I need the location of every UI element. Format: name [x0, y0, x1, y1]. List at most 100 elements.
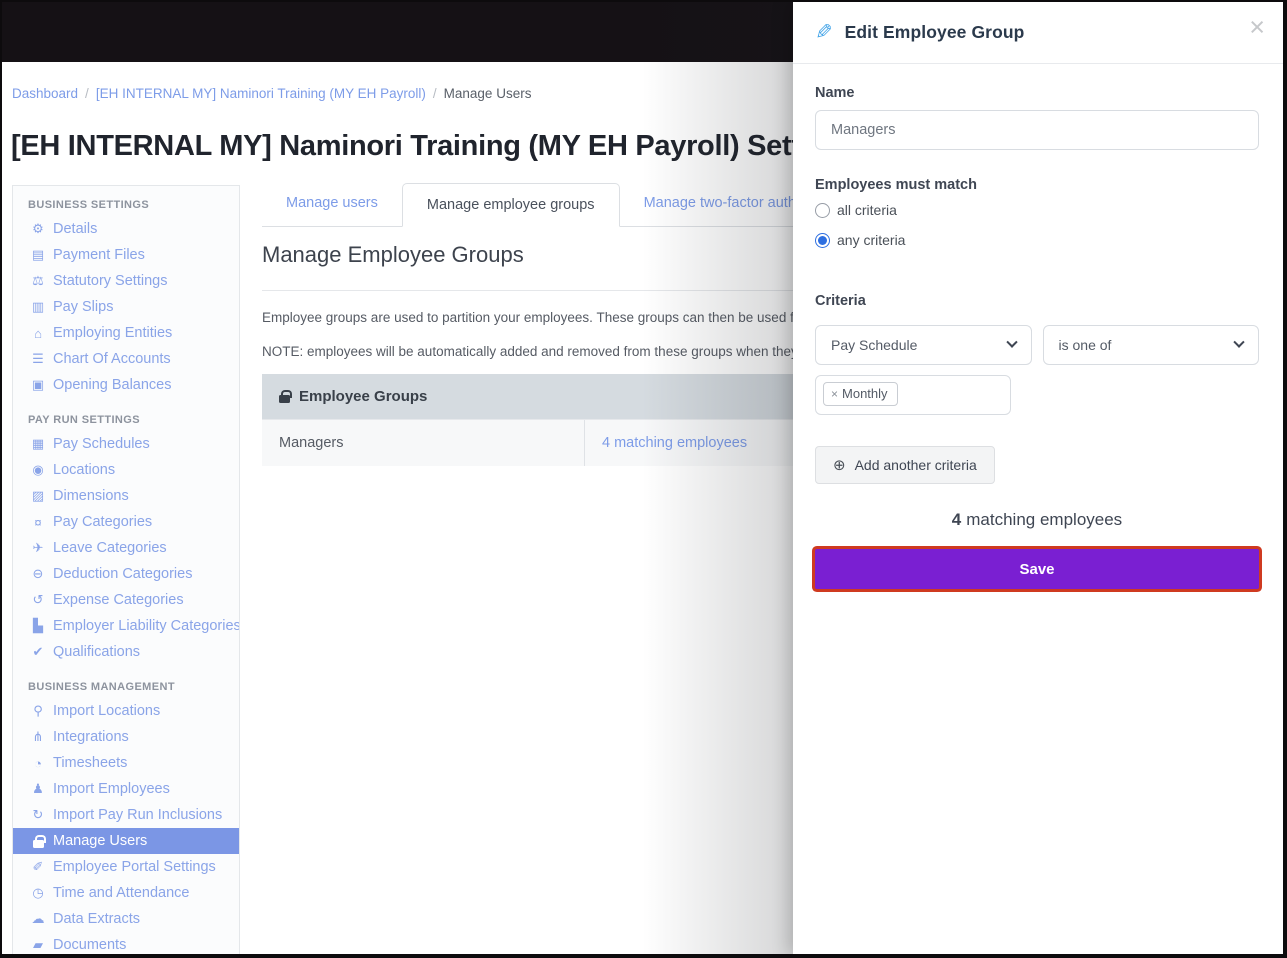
remove-tag-icon[interactable]: ×: [831, 387, 838, 401]
tab-manage-employee-groups[interactable]: Manage employee groups: [402, 183, 620, 227]
criteria-operator-select[interactable]: is one of: [1043, 325, 1260, 365]
tab-manage-users[interactable]: Manage users: [262, 182, 402, 226]
lock-icon: [279, 395, 290, 403]
table-header-label: Employee Groups: [299, 388, 427, 405]
sidebar-item-label: Leave Categories: [53, 540, 167, 556]
sidebar-item-payment-files[interactable]: ▤Payment Files: [13, 242, 239, 268]
breadcrumb-link[interactable]: Dashboard: [12, 86, 78, 101]
sidebar-item-label: Statutory Settings: [53, 273, 167, 289]
sidebar-item-label: Locations: [53, 462, 115, 478]
sync-icon: ↻: [28, 807, 48, 823]
save-button[interactable]: Save: [815, 549, 1259, 589]
people-icon: ♟: [28, 781, 48, 797]
sidebar-item-opening-balances[interactable]: ▣Opening Balances: [13, 372, 239, 398]
sidebar-item-label: Integrations: [53, 729, 129, 745]
sidebar-section-label: PAY RUN SETTINGS: [13, 414, 239, 431]
sidebar-item-label: Import Locations: [53, 703, 160, 719]
sidebar-item-qualifications[interactable]: ✔ Qualifications: [13, 639, 239, 665]
wand-icon: ✐: [28, 859, 48, 875]
radio-option-any-criteria[interactable]: any criteria: [815, 232, 1259, 248]
sidebar-item-label: Manage Users: [53, 833, 147, 849]
sidebar-item-chart-of-accounts[interactable]: ☰Chart Of Accounts: [13, 346, 239, 372]
scales-icon: ⚖: [28, 273, 48, 289]
balances-icon: ▣: [28, 377, 48, 393]
refresh-dollar-icon: ↺: [28, 592, 48, 608]
close-icon[interactable]: ×: [1249, 14, 1265, 41]
sidebar-item-label: Employing Entities: [53, 325, 172, 341]
sidebar-item-documents[interactable]: ▰ Documents: [13, 932, 239, 956]
matching-employees-summary: 4matching employees: [815, 510, 1259, 530]
radio-option-all-criteria[interactable]: all criteria: [815, 202, 1259, 218]
sidebar-item-manage-users[interactable]: Manage Users: [13, 828, 239, 854]
tag-label: Monthly: [842, 386, 888, 401]
sidebar-item-pay-schedules[interactable]: ▦Pay Schedules: [13, 431, 239, 457]
sidebar-item-import-locations[interactable]: ⚲ Import Locations: [13, 698, 239, 724]
radio-unselected-icon[interactable]: [815, 203, 830, 218]
bank-icon: ⌂: [28, 326, 48, 341]
add-another-criteria-button[interactable]: ⊕ Add another criteria: [815, 446, 995, 484]
sidebar-item-label: Expense Categories: [53, 592, 184, 608]
check-icon: ✔: [28, 644, 48, 660]
sidebar-item-label: Deduction Categories: [53, 566, 192, 582]
plane-icon: ✈: [28, 540, 48, 556]
money-icon: ¤: [28, 515, 48, 530]
sidebar-item-employee-portal-settings[interactable]: ✐ Employee Portal Settings: [13, 854, 239, 880]
sidebar-item-time-and-attendance[interactable]: ◷Time and Attendance: [13, 880, 239, 906]
sidebar-item-deduction-categories[interactable]: ⊖Deduction Categories: [13, 561, 239, 587]
list-icon: ☰: [28, 351, 48, 367]
sidebar-item-label: Dimensions: [53, 488, 129, 504]
sidebar-item-import-pay-run-inclusions[interactable]: ↻Import Pay Run Inclusions: [13, 802, 239, 828]
criteria-field-select[interactable]: Pay Schedule: [815, 325, 1032, 365]
sidebar-item-label: Details: [53, 221, 97, 237]
sidebar-item-label: Timesheets: [53, 755, 127, 771]
group-name-cell: Managers: [262, 420, 585, 466]
breadcrumb-current: Manage Users: [444, 86, 532, 101]
globe-icon: ◉: [28, 462, 48, 478]
lock-icon: [28, 834, 48, 849]
sidebar-item-employing-entities[interactable]: ⌂ Employing Entities: [13, 320, 239, 346]
criteria-label: Criteria: [815, 293, 1259, 309]
sidebar-item-label: Qualifications: [53, 644, 140, 660]
sidebar-item-label: Documents: [53, 937, 126, 953]
sidebar-item-statutory-settings[interactable]: ⚖ Statutory Settings: [13, 268, 239, 294]
gear-icon: ⚙: [28, 221, 48, 237]
app-window: Dashboard / [EH INTERNAL MY] Naminori Trai…: [0, 0, 1287, 958]
radio-selected-icon[interactable]: [815, 233, 830, 248]
sidebar-item-import-employees[interactable]: ♟Import Employees: [13, 776, 239, 802]
sidebar-item-label: Time and Attendance: [53, 885, 190, 901]
matching-employees-link[interactable]: 4 matching employees: [602, 435, 747, 451]
sidebar-item-locations[interactable]: ◉ Locations: [13, 457, 239, 483]
file-icon: ▥: [28, 299, 48, 315]
map-pin-icon: ⚲: [28, 703, 48, 719]
sidebar-section-label: BUSINESS MANAGEMENT: [13, 681, 239, 698]
breadcrumb: Dashboard / [EH INTERNAL MY] Naminori Trai…: [12, 86, 531, 101]
group-name-input[interactable]: [815, 110, 1259, 150]
integrations-icon: ⋔: [28, 729, 48, 745]
sidebar-item-pay-categories[interactable]: ¤ Pay Categories: [13, 509, 239, 535]
sidebar-item-label: Employee Portal Settings: [53, 859, 216, 875]
folder-icon: ▰: [28, 937, 48, 953]
cloud-icon: ☁: [28, 911, 48, 927]
sidebar-item-pay-slips[interactable]: ▥Pay Slips: [13, 294, 239, 320]
sidebar-item-integrations[interactable]: ⋔ Integrations: [13, 724, 239, 750]
breadcrumb-separator: /: [85, 86, 89, 101]
sidebar-item-timesheets[interactable]: ◔Timesheets: [13, 750, 239, 776]
plus-circle-icon: ⊕: [833, 456, 846, 474]
sidebar-item-leave-categories[interactable]: ✈ Leave Categories: [13, 535, 239, 561]
criteria-values-input[interactable]: × Monthly: [815, 375, 1011, 415]
sidebar-item-expense-categories[interactable]: ↺ Expense Categories: [13, 587, 239, 613]
edit-employee-group-panel: ✎ Edit Employee Group × Name Employees m…: [793, 2, 1283, 954]
sidebar-item-label: Pay Categories: [53, 514, 152, 530]
criteria-operator-value: is one of: [1059, 337, 1112, 353]
calendar-icon: ▦: [28, 436, 48, 452]
sidebar-item-details[interactable]: ⚙ Details: [13, 216, 239, 242]
breadcrumb-link[interactable]: [EH INTERNAL MY] Naminori Training (MY E…: [96, 86, 426, 101]
page-title: [EH INTERNAL MY] Naminori Training (MY E…: [11, 130, 859, 163]
match-label: Employees must match: [815, 177, 1259, 193]
sidebar-item-employer-liability-categories[interactable]: ▙Employer Liability Categories: [13, 613, 239, 639]
sidebar-item-data-extracts[interactable]: ☁ Data Extracts: [13, 906, 239, 932]
sidebar-section-label: BUSINESS SETTINGS: [13, 199, 239, 216]
sidebar-item-dimensions[interactable]: ▨Dimensions: [13, 483, 239, 509]
sidebar-item-label: Data Extracts: [53, 911, 140, 927]
criteria-field-value: Pay Schedule: [831, 337, 917, 353]
